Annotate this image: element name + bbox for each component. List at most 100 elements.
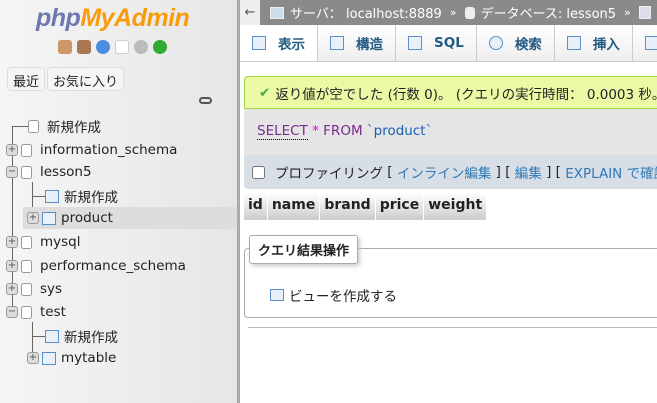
tree-item-new-table[interactable]: 新規作成 [45,325,118,347]
database-add-icon [28,119,39,133]
search-icon [488,36,503,50]
breadcrumb-server[interactable]: サーバ： localhost:8889 [290,3,442,22]
collapse-icon[interactable]: − [6,166,18,178]
column-header[interactable]: price [376,193,425,220]
expand-icon[interactable]: + [6,144,18,156]
tree-item-performance-schema[interactable]: + performance_schema [6,255,186,277]
explain-link[interactable]: EXPLAIN で確認 [565,162,657,182]
profiling-label: プロファイリング [275,166,383,182]
expand-icon[interactable]: + [6,260,18,272]
tree-item-lesson5[interactable]: − lesson5 [6,161,92,183]
sql-icon [408,36,422,50]
column-header[interactable]: weight [424,193,488,220]
tab-label: 挿入 [592,37,620,53]
breadcrumb-separator: » [449,6,457,19]
table-add-icon [45,189,59,203]
tree-label: performance_schema [40,258,186,274]
create-view-label: ビューを作成する [289,289,397,305]
tab-structure[interactable]: 構造 [318,25,396,61]
edit-link[interactable]: 編集 [515,162,542,182]
gear-icon[interactable] [134,40,148,54]
tree-item-information-schema[interactable]: + information_schema [6,139,177,161]
sql-query-box: SELECT * FROM `product` プロファイリング [ インライン… [244,109,657,189]
table-icon [638,6,651,19]
profiling-checkbox[interactable] [252,165,265,179]
database-icon [21,259,32,273]
tab-label: SQL [434,35,464,51]
tab-insert[interactable]: 挿入 [555,25,633,61]
database-icon [21,143,32,157]
table-icon [42,211,56,225]
database-icon [21,305,32,319]
export-icon [644,36,657,50]
tree-item-sys[interactable]: + sys [6,278,62,300]
operations-legend: クエリ結果操作 [249,235,359,264]
sql-keyword: SELECT [257,123,308,140]
reload-icon[interactable] [153,40,167,54]
database-icon [21,165,32,179]
inline-edit-link[interactable]: インライン編集 [397,162,492,182]
tree-label: product [61,210,113,226]
column-header[interactable]: id [244,193,268,220]
insert-icon [566,36,581,50]
expand-icon[interactable]: + [6,283,18,295]
tab-browse[interactable]: 表示 [240,25,318,61]
bracket: [ [387,164,393,180]
tree-item-new-db[interactable]: 新規作成 [28,115,101,137]
tree-label: lesson5 [40,164,92,180]
tree-item-product[interactable]: + product [23,207,237,229]
structure-icon [330,36,344,50]
tab-bar: 表示 構造 SQL 検索 挿入 [240,25,657,62]
expand-icon[interactable]: + [27,352,39,364]
create-view-link[interactable]: ビューを作成する [270,285,397,305]
expand-icon[interactable]: + [6,236,18,248]
tree-label: 新規作成 [64,190,118,206]
link-icon[interactable] [199,97,212,104]
navigation-sidebar: phpMyAdmin 最近 お気に入り 新規作成 + information_sc… [0,0,237,403]
tab-export[interactable] [633,25,657,61]
tab-label: 表示 [278,37,305,53]
sql-query[interactable]: SELECT * FROM `product` [257,123,433,140]
column-header[interactable]: name [268,193,321,220]
check-icon: ✔ [259,84,271,101]
favorites-button[interactable]: お気に入り [47,67,125,91]
recent-button[interactable]: 最近 [7,67,46,91]
message-text: 返り値が空でした (行数 0)。 (クエリの実行時間： 0.0003 秒。 [275,86,657,103]
bracket: ] [ [495,164,511,180]
tree-label: mytable [61,350,117,366]
tab-sql[interactable]: SQL [396,25,477,61]
back-arrow-icon[interactable]: ← [240,0,260,25]
table-add-icon [45,329,59,343]
database-icon [21,282,32,296]
logo-myadmin: MyAdmin [80,4,190,32]
home-icon[interactable] [58,40,72,54]
tab-label: 構造 [356,37,383,53]
column-header[interactable]: brand [320,193,376,220]
sql-star: * [312,123,319,139]
phpmyadmin-logo[interactable]: phpMyAdmin [36,4,190,33]
tree-item-mysql[interactable]: + mysql [6,231,81,253]
server-icon [270,6,284,19]
breadcrumb-database[interactable]: データベース: lesson5 [481,3,616,22]
tree-label: sys [40,281,63,297]
table-icon [42,351,56,365]
tree-item-new-table[interactable]: 新規作成 [45,185,118,207]
tree-label: 新規作成 [47,120,101,136]
help-icon[interactable] [96,40,110,54]
collapse-icon[interactable]: − [6,306,18,318]
profiling-bar: プロファイリング [ インライン編集 ] [ 編集 ] [ EXPLAIN で確… [244,155,657,189]
browse-icon [252,36,266,50]
sql-table: `product` [366,123,433,139]
view-icon [270,289,284,301]
tree-label: test [40,304,66,320]
tab-search[interactable]: 検索 [477,25,555,61]
success-message: ✔ 返り値が空でした (行数 0)。 (クエリの実行時間： 0.0003 秒。 [244,76,657,109]
logout-icon[interactable] [77,40,91,54]
tree-label: mysql [40,234,81,250]
breadcrumb: ← サーバ： localhost:8889 » データベース: lesson5 … [240,0,657,25]
tree-item-test[interactable]: − test [6,301,66,323]
docs-icon[interactable] [115,40,129,54]
expand-icon[interactable]: + [27,212,39,224]
results-table-header: id name brand price weight [244,193,488,220]
tree-item-mytable[interactable]: + mytable [27,347,116,369]
